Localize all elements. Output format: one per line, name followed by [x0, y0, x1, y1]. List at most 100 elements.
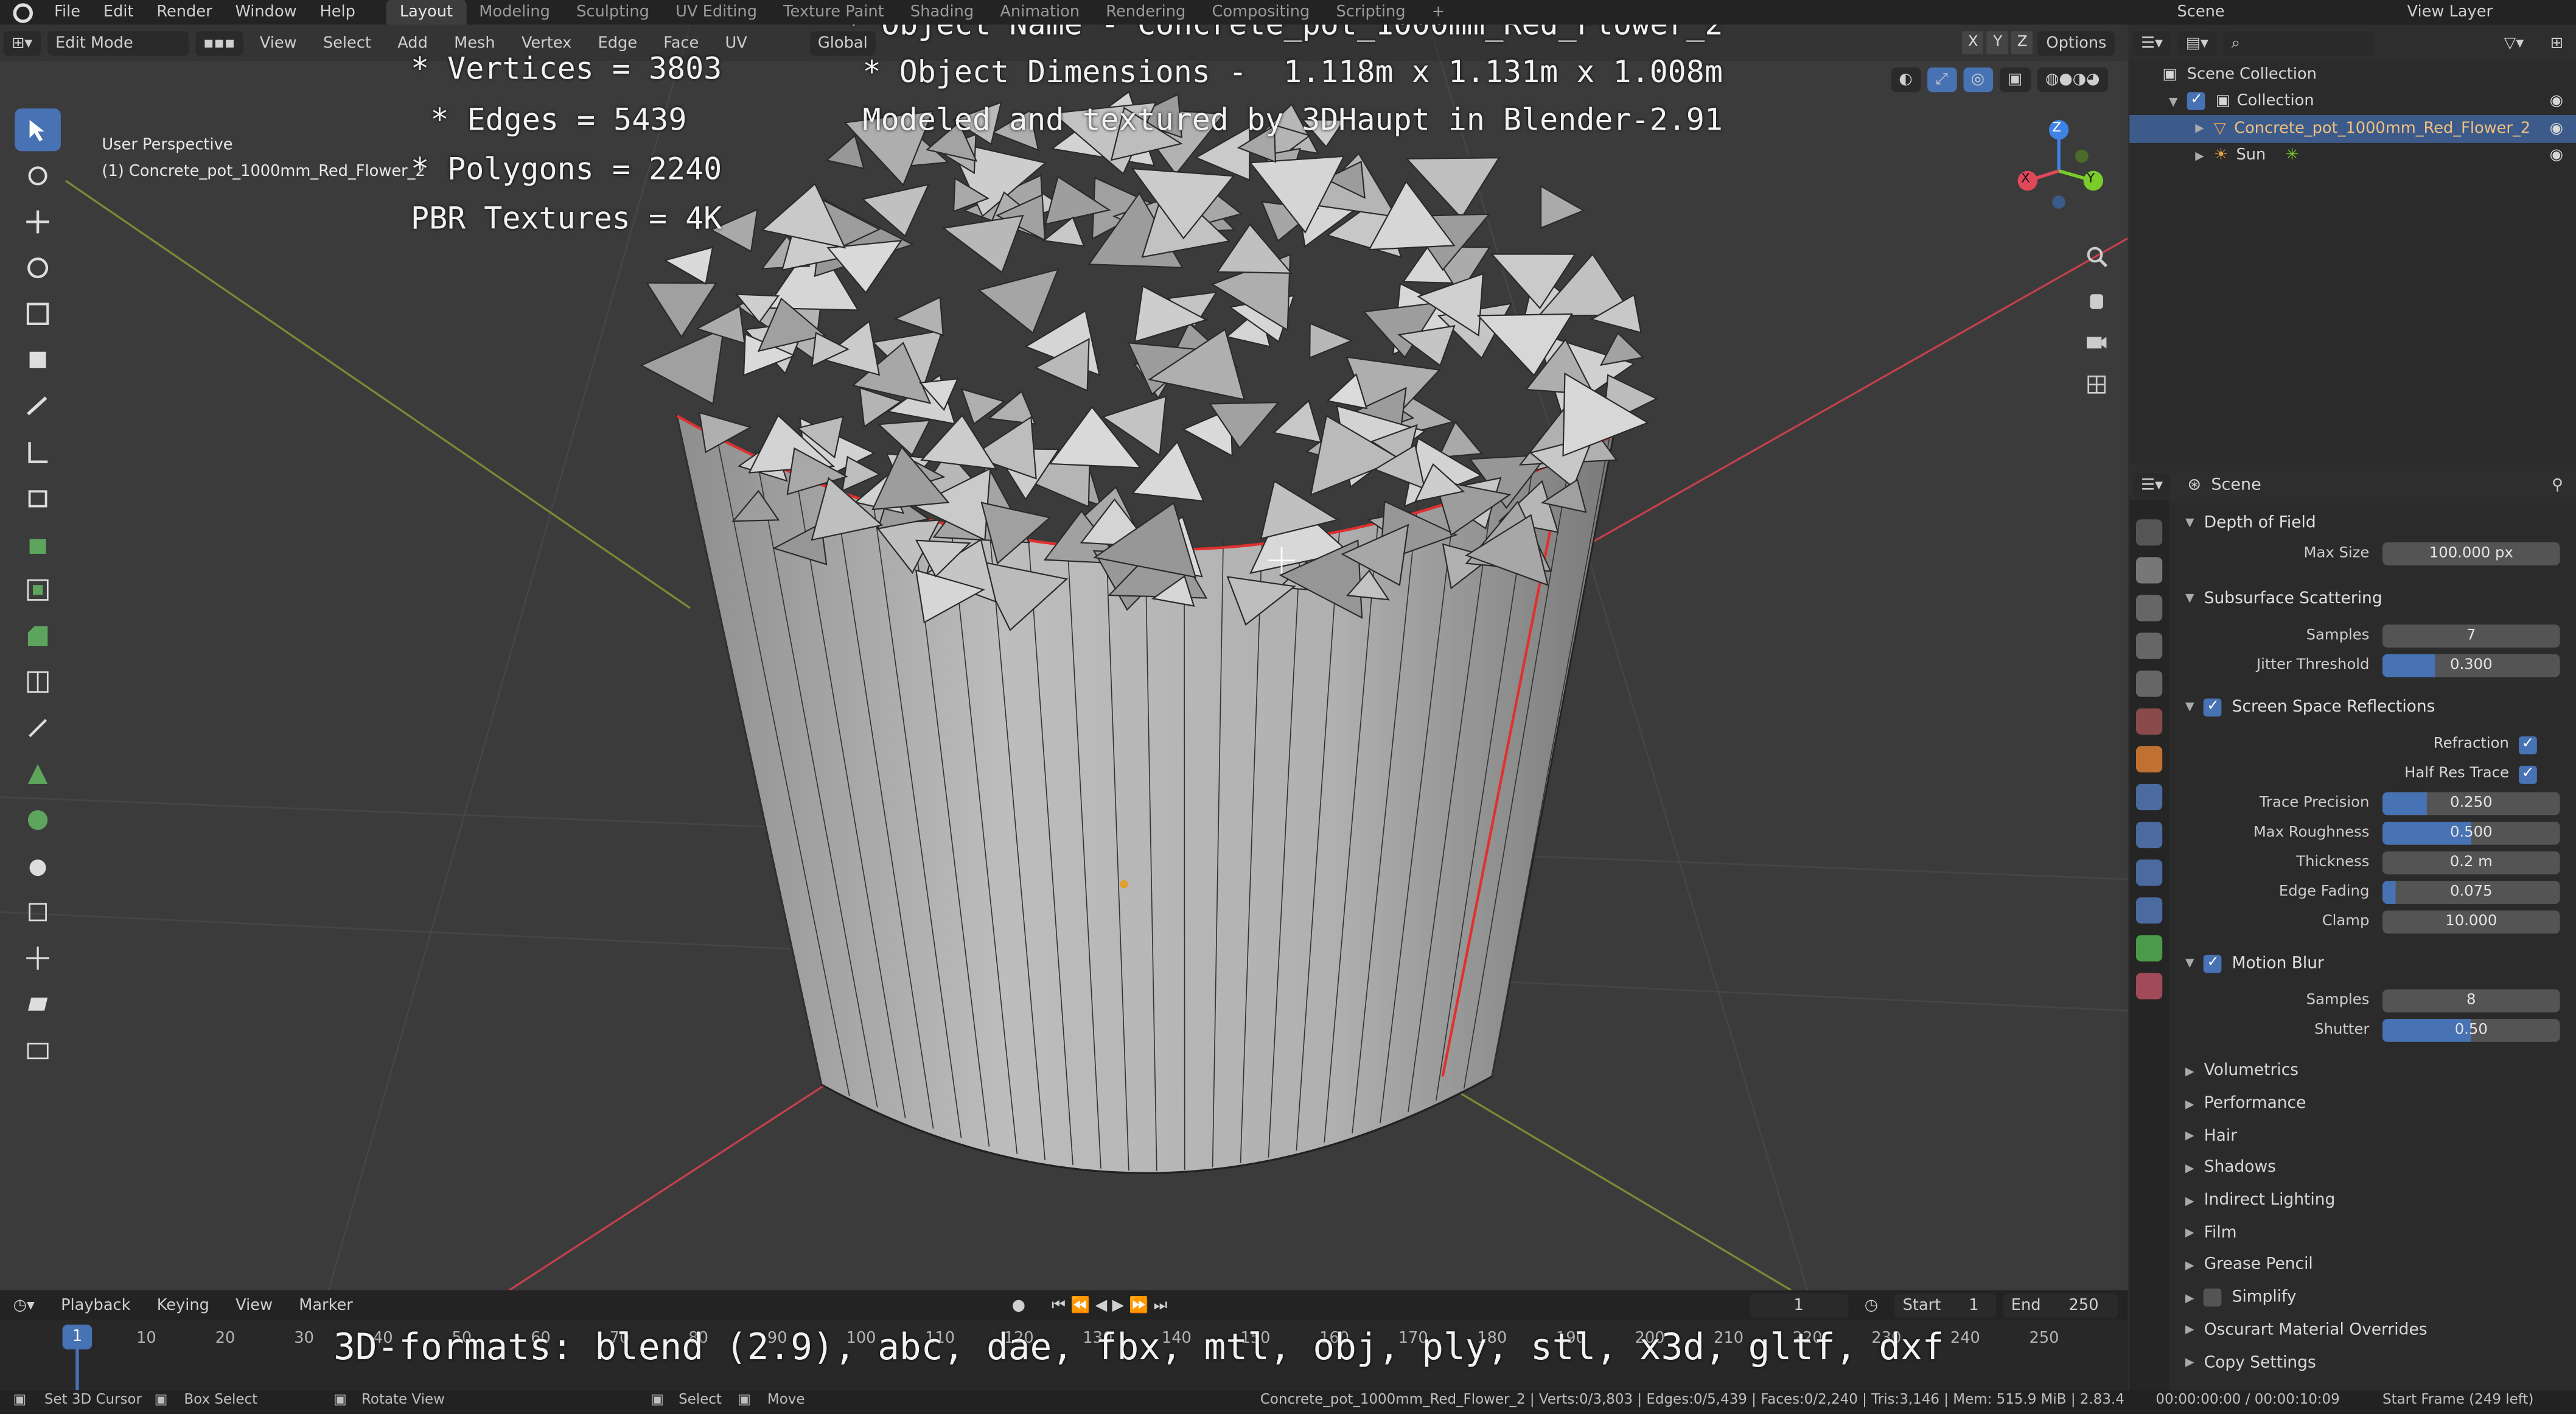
particles-tab-icon[interactable] [2136, 821, 2163, 847]
refraction-checkbox[interactable]: ✓ [2519, 735, 2537, 754]
shading-mode-icons[interactable]: ◍●◑◕ [2037, 67, 2109, 93]
spin-tool-icon[interactable] [15, 799, 61, 841]
measure-tool-icon[interactable] [15, 430, 61, 473]
menu-mesh[interactable]: Mesh [444, 30, 505, 55]
panel-hair[interactable]: ▶ Hair [2172, 1120, 2576, 1152]
annotate-tool-icon[interactable] [15, 385, 61, 427]
collapse-triangle-icon[interactable]: ▼ [2169, 95, 2178, 108]
scene-tab-icon[interactable] [2136, 670, 2163, 696]
data-tab-icon[interactable] [2136, 934, 2163, 961]
thickness-field[interactable]: 0.2 m [2382, 851, 2560, 875]
eye-icon[interactable]: ◉ [2550, 119, 2563, 138]
menu-keying[interactable]: Keying [147, 1293, 220, 1318]
zoom-icon[interactable] [2079, 239, 2115, 275]
xray-toggle-icon[interactable]: ▣ [1999, 67, 2031, 93]
tab-texture-paint[interactable]: Texture Paint [770, 0, 898, 25]
panel-performance[interactable]: ▶ Performance [2172, 1088, 2576, 1120]
panel-shadows[interactable]: ▶ Shadows [2172, 1152, 2576, 1185]
outliner-object-pot[interactable]: ▶ ▽ Concrete_pot_1000mm_Red_Flower_2 ◉ [2129, 115, 2576, 142]
smooth-tool-icon[interactable] [15, 845, 61, 887]
pin-icon[interactable]: ⚲ [2542, 472, 2573, 497]
jitter-threshold-slider[interactable]: 0.300 [2382, 654, 2560, 677]
sss-samples-field[interactable]: 7 [2382, 625, 2560, 648]
scene-selector[interactable]: Scene [2166, 3, 2396, 21]
panel-subsurface-scattering[interactable]: ▼ Subsurface Scattering [2172, 582, 2576, 615]
timeline-editor-icon[interactable]: ◷▾ [3, 1293, 44, 1318]
mirror-x-toggle[interactable]: X [1962, 31, 1984, 55]
panel-film[interactable]: ▶ Film [2172, 1217, 2576, 1249]
panel-volumetrics[interactable]: ▶ Volumetrics [2172, 1055, 2576, 1087]
blender-logo-icon[interactable] [13, 2, 33, 23]
gizmo-toggle-icon[interactable]: ⤢ [1927, 67, 1956, 93]
world-tab-icon[interactable] [2136, 707, 2163, 734]
material-tab-icon[interactable] [2136, 972, 2163, 999]
playhead[interactable]: 1 [62, 1325, 92, 1349]
tab-animation[interactable]: Animation [987, 0, 1093, 25]
view-layer-tab-icon[interactable] [2136, 632, 2163, 659]
max-size-field[interactable]: 100.000 px [2382, 542, 2560, 565]
start-frame-field[interactable]: Start 1 [1894, 1292, 1997, 1318]
menu-face[interactable]: Face [654, 30, 708, 55]
3d-viewport[interactable]: ⊞▾ Edit Mode ▪▪▪ View Select Add Mesh Ve… [0, 24, 2128, 1290]
menu-select[interactable]: Select [313, 30, 382, 55]
constraints-tab-icon[interactable] [2136, 896, 2163, 923]
motion-blur-checkbox[interactable]: ✓ [2204, 954, 2222, 973]
options-dropdown[interactable]: Options [2037, 30, 2115, 55]
menu-playback[interactable]: Playback [51, 1293, 141, 1318]
output-tab-icon[interactable] [2136, 594, 2163, 621]
loop-cut-tool-icon[interactable] [15, 660, 61, 703]
outliner-scene-collection[interactable]: ▣ Scene Collection [2129, 61, 2576, 88]
modifier-tab-icon[interactable] [2136, 783, 2163, 810]
menu-window[interactable]: Window [224, 3, 309, 21]
overlay-toggle-icon[interactable]: ◎ [1963, 67, 1993, 93]
panel-motion-blur[interactable]: ▼ ✓ Motion Blur [2172, 947, 2576, 979]
trace-precision-slider[interactable]: 0.250 [2382, 792, 2560, 816]
panel-copy-settings[interactable]: ▶ Copy Settings [2172, 1346, 2576, 1379]
collection-checkbox[interactable]: ✓ [2187, 92, 2206, 111]
properties-editor-icon[interactable]: ☰▾ [2132, 472, 2171, 497]
max-roughness-slider[interactable]: 0.500 [2382, 822, 2560, 845]
tab-modeling[interactable]: Modeling [466, 0, 564, 25]
add-cube-tool-icon[interactable] [15, 477, 61, 519]
expand-triangle-icon[interactable]: ▶ [2195, 122, 2204, 135]
eye-icon[interactable]: ◉ [2550, 147, 2563, 165]
shutter-slider[interactable]: 0.50 [2382, 1019, 2560, 1042]
menu-edit[interactable]: Edit [92, 3, 145, 21]
menu-view[interactable]: View [250, 30, 307, 55]
panel-indirect-lighting[interactable]: ▶ Indirect Lighting [2172, 1185, 2576, 1217]
visibility-icon[interactable]: ◐ [1890, 67, 1921, 93]
select-mode-buttons[interactable]: ▪▪▪ [195, 30, 243, 55]
view-layer-selector[interactable]: View Layer [2396, 3, 2576, 21]
half-res-trace-checkbox[interactable]: ✓ [2519, 765, 2537, 783]
edge-fading-slider[interactable]: 0.075 [2382, 881, 2560, 904]
pan-hand-icon[interactable] [2079, 281, 2115, 317]
eye-icon[interactable]: ◉ [2550, 93, 2563, 111]
panel-oscurart-overrides[interactable]: ▶ Oscurart Material Overrides [2172, 1314, 2576, 1346]
mirror-y-toggle[interactable]: Y [1987, 31, 2009, 55]
tab-uv-editing[interactable]: UV Editing [663, 0, 770, 25]
tool-tab-icon[interactable] [2136, 518, 2163, 545]
shear-tool-icon[interactable] [15, 983, 61, 1026]
object-tab-icon[interactable] [2136, 745, 2163, 772]
panel-screen-space-reflections[interactable]: ▼ ✓ Screen Space Reflections [2172, 690, 2576, 723]
rip-tool-icon[interactable] [15, 1029, 61, 1071]
tab-scripting[interactable]: Scripting [1323, 0, 1419, 25]
filter-icon[interactable]: ▽▾ [2494, 30, 2533, 55]
inset-tool-icon[interactable] [15, 569, 61, 611]
knife-tool-icon[interactable] [15, 707, 61, 749]
transform-tool-icon[interactable] [15, 338, 61, 381]
menu-render[interactable]: Render [145, 3, 223, 21]
edge-slide-tool-icon[interactable] [15, 891, 61, 933]
menu-timeline-view[interactable]: View [226, 1293, 282, 1318]
shrink-fatten-tool-icon[interactable] [15, 937, 61, 979]
ssr-checkbox[interactable]: ✓ [2204, 698, 2222, 716]
menu-marker[interactable]: Marker [289, 1293, 363, 1318]
outliner-collection[interactable]: ▼ ✓ ▣ Collection ◉ [2129, 88, 2576, 115]
menu-vertex[interactable]: Vertex [512, 30, 582, 55]
select-box-tool-icon[interactable] [15, 108, 61, 152]
tab-layout[interactable]: Layout [386, 0, 466, 25]
rotate-tool-icon[interactable] [15, 247, 61, 289]
outliner-search-icon[interactable]: ⌕ [2223, 30, 2375, 55]
poly-build-tool-icon[interactable] [15, 753, 61, 796]
tab-compositing[interactable]: Compositing [1199, 0, 1323, 25]
